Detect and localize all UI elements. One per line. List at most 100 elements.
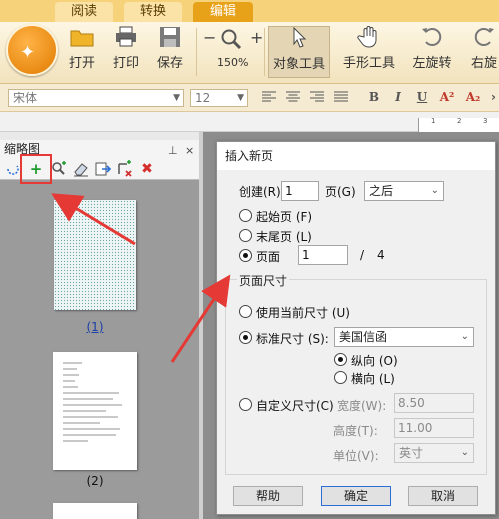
portrait-radio[interactable] bbox=[334, 353, 347, 366]
unit-select[interactable]: 英寸 ⌄ bbox=[394, 443, 474, 463]
end-page-label: 末尾页 (L) bbox=[256, 230, 312, 244]
ruler-mark: 1 bbox=[431, 117, 436, 125]
page-radio[interactable] bbox=[239, 249, 252, 262]
save-label: 保存 bbox=[156, 56, 183, 71]
page-number-input[interactable]: 1 bbox=[298, 245, 348, 265]
hand-tool-label: 手形工具 bbox=[342, 56, 395, 71]
zoom-in-button[interactable]: + bbox=[250, 28, 263, 47]
width-label: 宽度(W): bbox=[337, 399, 387, 413]
object-tool-button[interactable]: 对象工具 bbox=[268, 26, 330, 78]
align-justify-icon[interactable] bbox=[334, 91, 348, 103]
zoom-level: 150% bbox=[217, 56, 249, 69]
insert-page-dialog: 插入新页 创建(R) 1 页(G) 之后 ⌄ 起始页 (F) 末尾页 (L) 页… bbox=[216, 141, 496, 515]
page-total: 4 bbox=[377, 248, 385, 262]
italic-button[interactable]: I bbox=[390, 89, 406, 105]
ruler-bar: 1 2 3 bbox=[0, 112, 499, 132]
help-button[interactable]: 帮助 bbox=[233, 486, 303, 506]
use-current-size-label: 使用当前尺寸 (U) bbox=[256, 306, 350, 320]
rotate-left-icon bbox=[422, 28, 442, 46]
cancel-button[interactable]: 取消 bbox=[408, 486, 478, 506]
height-input[interactable]: 11.00 bbox=[394, 418, 474, 438]
font-name-select[interactable]: 宋体 ▼ bbox=[8, 89, 184, 107]
ruler-mark: 2 bbox=[457, 117, 462, 125]
page-thumbnail-2[interactable] bbox=[53, 352, 137, 470]
end-page-radio[interactable] bbox=[239, 229, 252, 242]
page-label: 页面 bbox=[256, 250, 281, 264]
delete-page-icon[interactable]: ✖ bbox=[138, 160, 156, 178]
object-tool-label: 对象工具 bbox=[272, 57, 325, 72]
rotate-right-icon bbox=[474, 28, 494, 46]
page-thumbnail-3[interactable] bbox=[53, 503, 137, 519]
landscape-label: 横向 (L) bbox=[351, 372, 395, 386]
save-button[interactable]: 保存 bbox=[152, 26, 188, 78]
zoom-out-button[interactable]: − bbox=[203, 28, 216, 47]
standard-size-radio[interactable] bbox=[239, 331, 252, 344]
more-format-icon[interactable]: › bbox=[488, 89, 499, 105]
tab-read[interactable]: 阅读 bbox=[55, 2, 113, 22]
landscape-radio[interactable] bbox=[334, 371, 347, 384]
export-page-icon[interactable] bbox=[94, 160, 112, 178]
start-page-label: 起始页 (F) bbox=[256, 210, 313, 224]
open-label: 打开 bbox=[68, 56, 95, 71]
page-thumbnail-label: (2) bbox=[86, 474, 104, 488]
page-unit-label: 页(G) bbox=[325, 185, 356, 199]
create-count-label: 创建(R) bbox=[239, 185, 281, 199]
create-count-input[interactable]: 1 bbox=[281, 181, 319, 201]
insert-position-value: 之后 bbox=[369, 184, 394, 198]
print-label: 打印 bbox=[112, 56, 139, 71]
dialog-title: 插入新页 bbox=[217, 142, 495, 170]
chevron-down-icon: ▼ bbox=[237, 93, 244, 103]
open-button[interactable]: 打开 bbox=[64, 26, 100, 78]
search-page-icon[interactable] bbox=[50, 160, 68, 178]
width-input[interactable]: 8.50 bbox=[394, 393, 474, 413]
align-center-icon[interactable] bbox=[286, 91, 300, 103]
superscript-button[interactable]: A² bbox=[437, 89, 457, 105]
magnifier-icon[interactable] bbox=[220, 28, 242, 50]
font-name-value: 宋体 bbox=[13, 91, 38, 105]
print-button[interactable]: 打印 bbox=[108, 26, 144, 78]
cursor-arrow-icon bbox=[293, 27, 307, 48]
align-left-icon[interactable] bbox=[262, 91, 276, 103]
unit-value: 英寸 bbox=[399, 446, 424, 460]
page-separator: / bbox=[360, 248, 365, 262]
chevron-down-icon: ⌄ bbox=[460, 447, 469, 458]
align-right-icon[interactable] bbox=[310, 91, 324, 103]
eraser-icon[interactable] bbox=[72, 160, 90, 178]
ribbon-divider bbox=[264, 28, 265, 76]
app-logo-icon[interactable]: ✦ bbox=[6, 24, 58, 76]
insert-position-select[interactable]: 之后 ⌄ bbox=[364, 181, 444, 201]
custom-size-radio[interactable] bbox=[239, 398, 252, 411]
page-thumbnail-1[interactable] bbox=[54, 200, 136, 310]
format-toolbar: 宋体 ▼ 12 ▼ B I U A² A₂ › bbox=[0, 84, 499, 112]
ribbon-toolbar: ✦ 打开 打印 保存 − + 150% 对象工具 手形工具 左旋转 右旋 bbox=[0, 22, 499, 84]
rotate-left-label: 左旋转 bbox=[412, 56, 452, 71]
height-label: 高度(T): bbox=[333, 424, 378, 438]
underline-button[interactable]: U bbox=[414, 89, 430, 105]
use-current-size-radio[interactable] bbox=[239, 305, 252, 318]
start-page-radio[interactable] bbox=[239, 209, 252, 222]
subscript-button[interactable]: A₂ bbox=[463, 89, 483, 105]
ok-button[interactable]: 确定 bbox=[321, 486, 391, 506]
page-size-group-title: 页面尺寸 bbox=[237, 272, 290, 289]
page-thumbnail-label: (1) bbox=[86, 320, 104, 334]
standard-size-value: 美国信函 bbox=[339, 330, 388, 344]
chevron-down-icon: ⌄ bbox=[460, 331, 469, 342]
folder-icon bbox=[70, 30, 94, 47]
rotate-left-button[interactable]: 左旋转 bbox=[408, 26, 456, 78]
rotate-right-button[interactable]: 右旋 bbox=[464, 26, 499, 78]
bold-button[interactable]: B bbox=[366, 89, 382, 105]
move-page-icon[interactable] bbox=[116, 160, 134, 178]
pane-splitter[interactable] bbox=[199, 132, 203, 519]
standard-size-label: 标准尺寸 (S): bbox=[256, 332, 329, 346]
annotation-highlight-box bbox=[20, 154, 52, 184]
tab-edit[interactable]: 编辑 bbox=[193, 2, 253, 22]
ribbon-tab-strip: 阅读 转换 编辑 bbox=[0, 0, 499, 22]
rotate-right-label: 右旋 bbox=[470, 56, 497, 71]
hand-tool-button[interactable]: 手形工具 bbox=[338, 26, 400, 78]
save-disk-icon bbox=[160, 27, 180, 47]
custom-size-label: 自定义尺寸(C) bbox=[256, 399, 334, 413]
standard-size-select[interactable]: 美国信函 ⌄ bbox=[334, 327, 474, 347]
tab-convert[interactable]: 转换 bbox=[124, 2, 182, 22]
printer-icon bbox=[116, 26, 136, 47]
font-size-select[interactable]: 12 ▼ bbox=[190, 89, 248, 107]
